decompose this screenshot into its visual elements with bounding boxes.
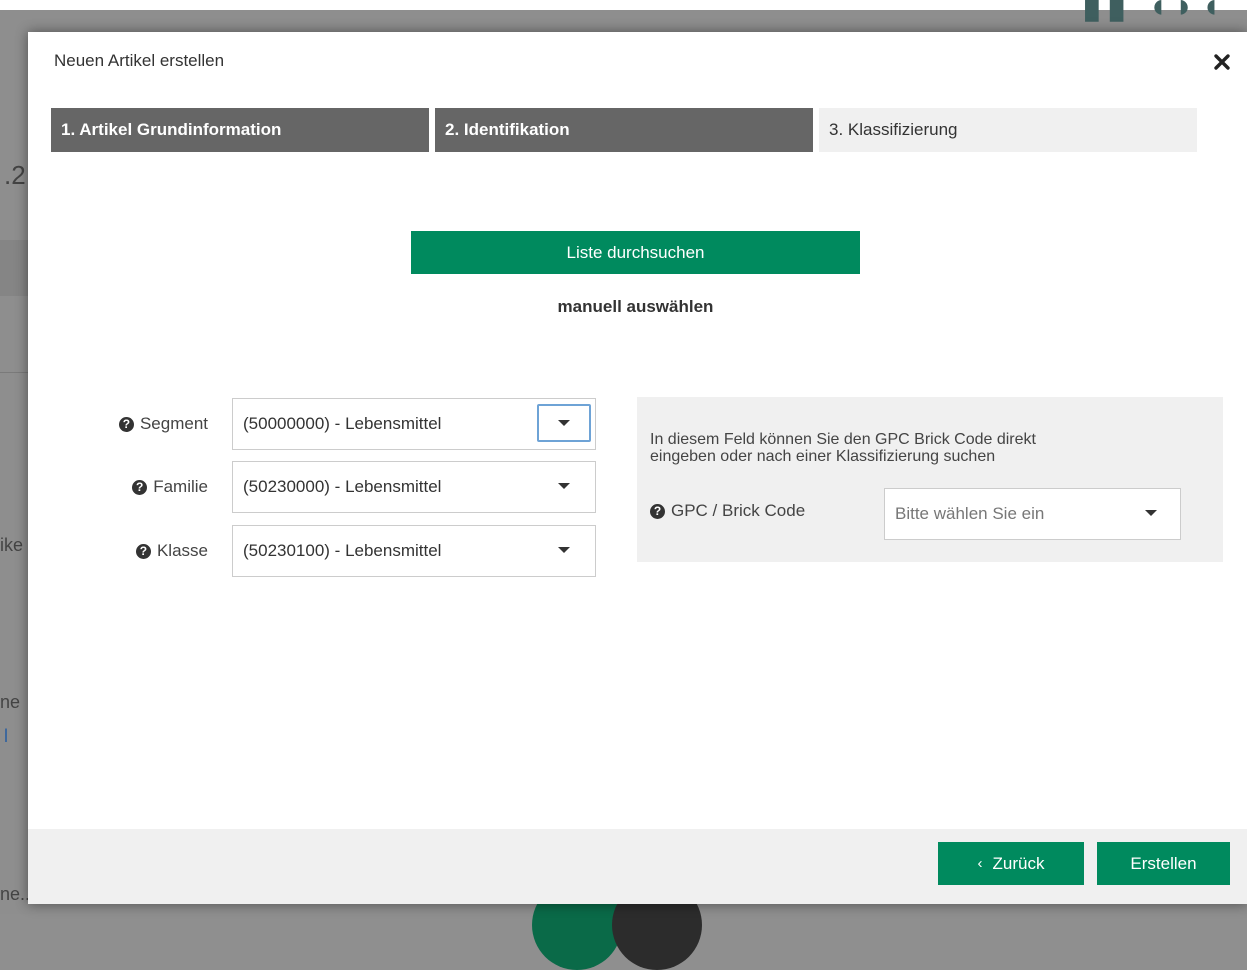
- klasse-select[interactable]: (50230100) - Lebensmittel: [232, 525, 596, 577]
- familie-select[interactable]: (50230000) - Lebensmittel: [232, 461, 596, 513]
- background-top-band: [0, 0, 1247, 10]
- step-artikel-grundinformation[interactable]: 1. Artikel Grundinformation: [51, 108, 429, 152]
- chevron-down-icon: [558, 483, 570, 489]
- klasse-label: ? Klasse: [68, 525, 208, 577]
- wizard-steps: 1. Artikel Grundinformation 2. Identifik…: [51, 108, 1197, 152]
- background-logo: ▮▮ ◖◗◖: [1082, 0, 1227, 25]
- background-text-fragment: ike: [0, 535, 24, 555]
- help-icon[interactable]: ?: [135, 543, 151, 559]
- segment-field: ? Segment (50000000) - Lebensmittel: [68, 398, 598, 450]
- chevron-left-icon: ‹: [977, 855, 983, 872]
- klasse-label-text: Klasse: [156, 541, 208, 560]
- gpc-select-placeholder: Bitte wählen Sie ein: [895, 504, 1045, 523]
- gpc-label: ? GPC / Brick Code: [650, 501, 805, 521]
- back-button-label: Zurück: [992, 853, 1045, 873]
- gpc-label-text: GPC / Brick Code: [671, 501, 806, 520]
- modal-title: Neuen Artikel erstellen: [54, 51, 225, 70]
- chevron-down-icon: [1145, 510, 1157, 516]
- klasse-field: ? Klasse (50230100) - Lebensmittel: [68, 525, 598, 577]
- back-button[interactable]: ‹ Zurück: [938, 842, 1084, 885]
- background-link-fragment: l: [4, 726, 8, 746]
- background-text-fragment: .2: [4, 160, 26, 190]
- modal-header: Neuen Artikel erstellen: [28, 32, 1247, 92]
- background-text-fragment: ne: [0, 692, 21, 712]
- help-icon[interactable]: ?: [132, 479, 148, 495]
- manual-select-link[interactable]: manuell auswählen: [411, 297, 860, 317]
- segment-select[interactable]: (50000000) - Lebensmittel: [232, 398, 596, 450]
- modal-footer: ‹ Zurück Erstellen: [28, 829, 1247, 904]
- gpc-brick-code-select[interactable]: Bitte wählen Sie ein: [884, 488, 1181, 540]
- segment-label: ? Segment: [68, 398, 208, 450]
- familie-label: ? Familie: [68, 461, 208, 513]
- familie-dropdown-toggle[interactable]: [537, 467, 591, 505]
- gpc-info-text: In diesem Feld können Sie den GPC Brick …: [650, 431, 1220, 465]
- create-button[interactable]: Erstellen: [1097, 842, 1230, 885]
- background-bar: [0, 240, 30, 296]
- chevron-down-icon: [558, 420, 570, 426]
- step-identifikation[interactable]: 2. Identifikation: [435, 108, 813, 152]
- segment-dropdown-toggle[interactable]: [537, 404, 591, 442]
- familie-label-text: Familie: [153, 477, 208, 496]
- gpc-panel: In diesem Feld können Sie den GPC Brick …: [637, 397, 1223, 562]
- klasse-select-value: (50230100) - Lebensmittel: [243, 541, 442, 560]
- help-icon[interactable]: ?: [650, 503, 665, 519]
- gpc-dropdown-toggle[interactable]: [1136, 494, 1166, 532]
- close-button[interactable]: [1207, 46, 1237, 76]
- close-icon: [1214, 54, 1230, 70]
- create-article-modal: Neuen Artikel erstellen 1. Artikel Grund…: [28, 32, 1247, 904]
- gpc-info-line: In diesem Feld können Sie den GPC Brick …: [650, 431, 1036, 448]
- search-list-button[interactable]: Liste durchsuchen: [411, 231, 860, 274]
- help-icon[interactable]: ?: [118, 416, 134, 432]
- chevron-down-icon: [558, 547, 570, 553]
- klasse-dropdown-toggle[interactable]: [537, 531, 591, 569]
- background-divider: [0, 372, 30, 373]
- familie-select-value: (50230000) - Lebensmittel: [243, 477, 442, 496]
- segment-select-value: (50000000) - Lebensmittel: [243, 414, 442, 433]
- step-klassifizierung[interactable]: 3. Klassifizierung: [819, 108, 1197, 152]
- gpc-info-line: eingeben oder nach einer Klassifizierung…: [650, 448, 996, 465]
- familie-field: ? Familie (50230000) - Lebensmittel: [68, 461, 598, 513]
- segment-label-text: Segment: [139, 414, 208, 433]
